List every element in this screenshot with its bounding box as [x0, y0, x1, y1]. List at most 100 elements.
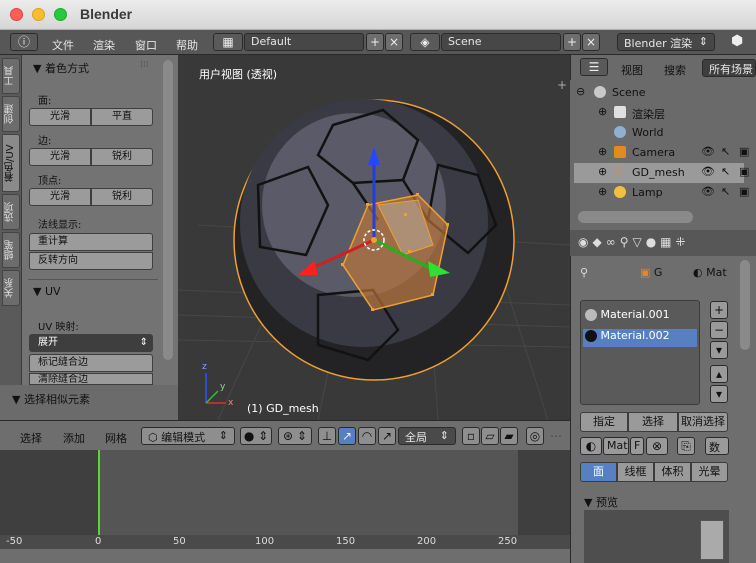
expand-icon[interactable]: ⊕ — [598, 185, 607, 198]
limit-selection-icon[interactable]: ◎ — [526, 427, 544, 445]
face-flat-button[interactable]: 平直 — [91, 108, 153, 126]
add-screen-icon[interactable]: + — [366, 33, 384, 51]
material-name-field[interactable]: Mat — [603, 437, 629, 455]
material-type-surface[interactable]: 面 — [580, 462, 617, 482]
fake-user-toggle[interactable]: F — [630, 437, 644, 455]
interaction-mode-select[interactable]: ⬡ 编辑模式 ⇕ — [141, 427, 235, 445]
viewport-expand-icon[interactable]: + — [557, 78, 567, 92]
material-type-wire[interactable]: 线框 — [617, 462, 654, 482]
unlink-material-icon[interactable]: ⊗ — [646, 437, 668, 455]
selectable-cursor-icon[interactable]: ↖ — [721, 185, 730, 198]
outliner-item-render-layers[interactable]: ⊕ 渲染层 — [574, 103, 744, 123]
deselect-material-button[interactable]: 取消选择 — [678, 412, 728, 432]
move-slot-up-icon[interactable]: ▴ — [710, 365, 728, 383]
scene-icon[interactable]: ◈ — [410, 33, 440, 51]
menu-render[interactable]: 渲染 — [93, 37, 115, 53]
move-slot-down-icon[interactable]: ▾ — [710, 385, 728, 403]
vertex-select-mode-icon[interactable]: ▫ — [462, 427, 480, 445]
outliner-item-world[interactable]: World — [574, 123, 744, 143]
render-camera-icon[interactable]: ▣ — [739, 165, 749, 178]
data-link-select[interactable]: 数 — [705, 437, 729, 455]
material-slot[interactable]: Material.001 — [585, 308, 697, 326]
outliner-item-gd-mesh[interactable]: ⊕ ▽ GD_mesh — [574, 163, 744, 183]
shading-panel-header[interactable]: ▼ 着色方式 — [33, 60, 89, 76]
material-browse-icon[interactable]: ◐ — [580, 437, 602, 455]
remove-scene-icon[interactable]: × — [582, 33, 600, 51]
outliner-item-camera[interactable]: ⊕ Camera — [574, 143, 744, 163]
menu-window[interactable]: 窗口 — [135, 37, 157, 53]
material-slot-selected[interactable]: Material.002 — [583, 329, 697, 347]
outliner-search-menu[interactable]: 搜索 — [664, 62, 686, 78]
viewport-menu-select[interactable]: 选择 — [20, 430, 42, 446]
selectable-cursor-icon[interactable]: ↖ — [721, 165, 730, 178]
preview-type-icon[interactable] — [700, 520, 724, 560]
viewport-menu-mesh[interactable]: 网格 — [105, 430, 127, 446]
remove-material-slot-icon[interactable]: − — [710, 321, 728, 339]
render-camera-icon[interactable]: ▣ — [739, 145, 749, 158]
visibility-eye-icon[interactable]: 👁 — [701, 185, 715, 198]
add-scene-icon[interactable]: + — [563, 33, 581, 51]
menu-help[interactable]: 帮助 — [176, 37, 198, 53]
face-smooth-button[interactable]: 光滑 — [29, 108, 91, 126]
recalculate-normals-button[interactable]: 重计算 — [29, 233, 153, 251]
tool-shelf-scrollbar[interactable] — [163, 60, 173, 360]
manipulator-toggle-icon[interactable]: ⊥ — [318, 427, 336, 445]
expand-icon[interactable]: ⊕ — [598, 165, 607, 178]
viewport-menu-add[interactable]: 添加 — [63, 430, 85, 446]
material-type-volume[interactable]: 体积 — [654, 462, 691, 482]
properties-scrollbar[interactable] — [740, 260, 750, 350]
close-window-button[interactable] — [10, 8, 23, 21]
transform-orientation-select[interactable]: 全局 ⇕ — [398, 427, 456, 445]
render-camera-icon[interactable]: ▣ — [739, 185, 749, 198]
vertex-smooth-button[interactable]: 光滑 — [29, 188, 91, 206]
visibility-eye-icon[interactable]: 👁 — [701, 145, 715, 158]
screen-layout-field[interactable]: Default — [244, 33, 364, 51]
scene-field[interactable]: Scene — [441, 33, 561, 51]
vtab-shading-uv[interactable]: 着色/UV — [2, 134, 20, 192]
node-material-icon[interactable]: ⎘ — [677, 437, 695, 455]
translate-manipulator-icon[interactable]: ↗ — [338, 427, 356, 445]
screen-layout-icon[interactable]: ▦ — [213, 33, 243, 51]
select-material-button[interactable]: 选择 — [628, 412, 678, 432]
minimize-window-button[interactable] — [32, 8, 45, 21]
uv-panel-header[interactable]: ▼ UV — [33, 285, 61, 298]
clear-seam-button[interactable]: 清除缝合边 — [29, 373, 153, 385]
select-similar-header[interactable]: ▼ 选择相似元素 — [12, 391, 90, 407]
outliner-view-menu[interactable]: 视图 — [621, 62, 643, 78]
drag-handle-icon[interactable]: ⁞⁞⁞ — [140, 60, 149, 70]
rotate-manipulator-icon[interactable]: ◠ — [358, 427, 376, 445]
preview-panel-header[interactable]: ▼ 预览 — [584, 494, 618, 510]
collapse-icon[interactable]: ⊖ — [576, 85, 585, 98]
vtab-tools[interactable]: 工具 — [2, 58, 20, 94]
editor-type-info-icon[interactable]: ⓘ — [10, 33, 38, 51]
edge-select-mode-icon[interactable]: ▱ — [481, 427, 499, 445]
zoom-window-button[interactable] — [54, 8, 67, 21]
property-context-icons[interactable]: ◉◆∞⚲▽●▦⁜ — [578, 235, 690, 249]
expand-icon[interactable]: ⊕ — [598, 145, 607, 158]
vtab-create[interactable]: 创建 — [2, 96, 20, 132]
selectable-cursor-icon[interactable]: ↖ — [721, 145, 730, 158]
flip-normals-button[interactable]: 反转方向 — [29, 252, 153, 270]
unwrap-menu-button[interactable]: 展开 ⇕ — [29, 334, 153, 352]
edge-smooth-button[interactable]: 光滑 — [29, 148, 91, 166]
pivot-point-select-icon[interactable]: ⊛ ⇕ — [278, 427, 312, 445]
render-engine-select[interactable]: Blender 渲染 ⇕ — [617, 33, 715, 51]
vertex-sharp-button[interactable]: 锐利 — [91, 188, 153, 206]
face-select-mode-icon[interactable]: ▰ — [500, 427, 518, 445]
scale-manipulator-icon[interactable]: ↗ — [378, 427, 396, 445]
outliner-filter-select[interactable]: 所有场景 — [702, 59, 756, 77]
current-frame-indicator[interactable] — [98, 450, 100, 535]
outliner-editor-icon[interactable]: ☰ — [580, 58, 608, 76]
edge-sharp-button[interactable]: 锐利 — [91, 148, 153, 166]
menu-file[interactable]: 文件 — [52, 37, 74, 53]
vtab-relations[interactable]: 关系 — [2, 270, 20, 306]
material-type-halo[interactable]: 光晕 — [691, 462, 728, 482]
viewport-shading-icon[interactable]: ● ⇕ — [240, 427, 272, 445]
outliner-scrollbar[interactable] — [578, 211, 693, 223]
visibility-eye-icon[interactable]: 👁 — [701, 165, 715, 178]
material-specials-icon[interactable]: ▾ — [710, 341, 728, 359]
outliner-item-lamp[interactable]: ⊕ Lamp — [574, 183, 744, 203]
assign-material-button[interactable]: 指定 — [580, 412, 628, 432]
outliner-item-scene[interactable]: ⊖ Scene — [574, 83, 744, 103]
pin-icon[interactable]: ⚲ — [580, 266, 588, 279]
